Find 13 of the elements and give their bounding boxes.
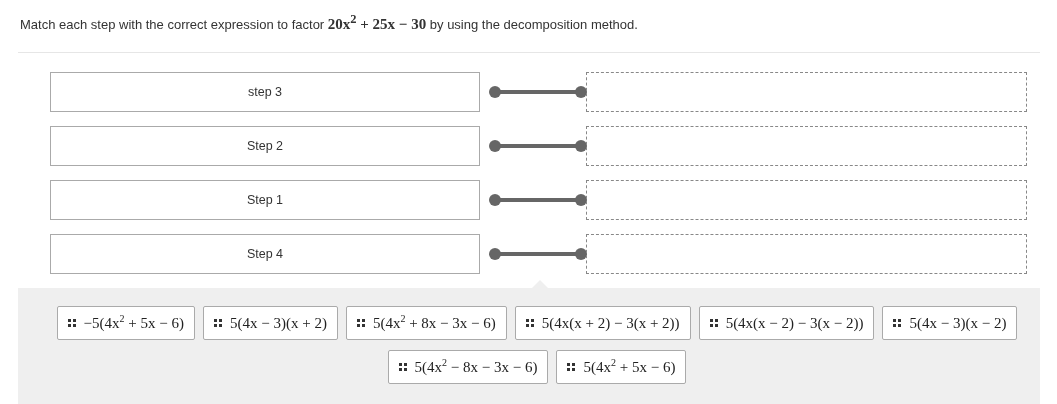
answer-chip[interactable]: 5(4x$^{2}$ − 8x − 3x − 6) (387, 350, 549, 384)
answer-chip[interactable]: 5(4x − 3)(x + 2) (203, 306, 338, 340)
answer-chip[interactable]: 5(4x − 3)(x − 2) (882, 306, 1018, 340)
answer-chip[interactable]: 5(4x$^{2}$ + 8x − 3x − 6) (345, 306, 507, 340)
answer-chip[interactable]: 5(4x$^{2}$ + 5x − 6) (556, 350, 687, 384)
step-box: step 3 (50, 72, 480, 112)
answer-chip[interactable]: 5(4x(x − 2) − 3(x − 2)) (698, 306, 875, 340)
answer-chip[interactable]: 5(4x(x + 2) − 3(x + 2)) (514, 306, 691, 340)
step-box: Step 1 (50, 180, 480, 220)
question-text: Match each step with the correct expression to factor 20x$^{2}$ + 25x − 30 by using the decomposition method. (19, 11, 639, 34)
answer-chip[interactable]: −5(4x$^{2}$ + 5x − 6) (56, 306, 195, 340)
step-box: Step 4 (50, 234, 480, 274)
step-box: Step 2 (50, 126, 480, 166)
